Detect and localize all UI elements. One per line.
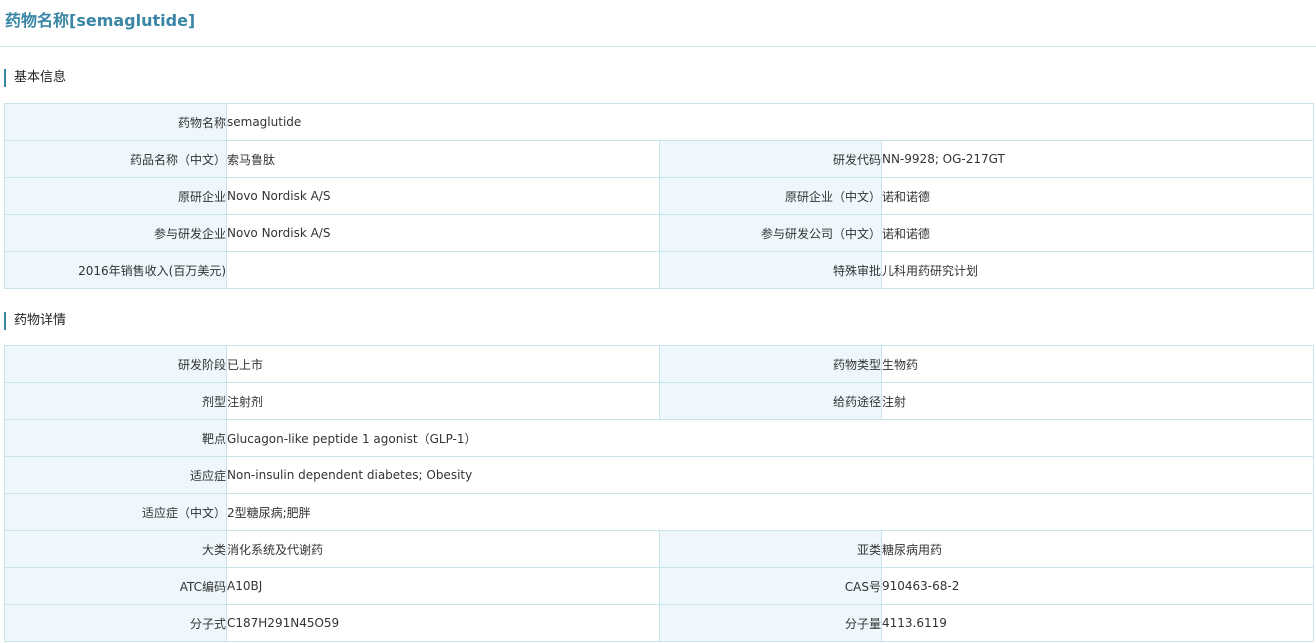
field-label: 原研企业（中文）	[659, 177, 882, 215]
field-value: C187H291N45O59	[226, 604, 660, 642]
field-value: 儿科用药研究计划	[881, 251, 1314, 289]
field-value	[226, 251, 660, 289]
basic-info-table: 药物名称 semaglutide 药品名称（中文） 索马鲁肽 研发代码 NN-9928; …	[4, 103, 1314, 289]
field-label: 特殊审批	[659, 251, 882, 289]
info-row: 药物名称 semaglutide	[4, 103, 1314, 141]
info-row: 药品名称（中文） 索马鲁肽 研发代码 NN-9928; OG-217GT	[4, 140, 1314, 178]
field-value: 消化系统及代谢药	[226, 530, 660, 568]
field-label: 分子式	[4, 604, 227, 642]
info-row: 适应症（中文） 2型糖尿病;肥胖	[4, 493, 1314, 531]
info-row: 大类 消化系统及代谢药 亚类 糖尿病用药	[4, 530, 1314, 568]
field-value: 索马鲁肽	[226, 140, 660, 178]
info-row: ATC编码 A10BJ CAS号 910463-68-2	[4, 567, 1314, 605]
field-value: Non-insulin dependent diabetes; Obesity	[226, 456, 1314, 494]
info-row: 原研企业 Novo Nordisk A/S 原研企业（中文） 诺和诺德	[4, 177, 1314, 215]
field-label: 剂型	[4, 382, 227, 420]
field-value: 4113.6119	[881, 604, 1314, 642]
info-row: 参与研发企业 Novo Nordisk A/S 参与研发公司（中文） 诺和诺德	[4, 214, 1314, 252]
field-value: 糖尿病用药	[881, 530, 1314, 568]
field-label: 原研企业	[4, 177, 227, 215]
field-value: 2型糖尿病;肥胖	[226, 493, 1314, 531]
field-label: 药物名称	[4, 103, 227, 141]
field-label: ATC编码	[4, 567, 227, 605]
field-label: 靶点	[4, 419, 227, 457]
field-value: 910463-68-2	[881, 567, 1314, 605]
field-label: 2016年销售收入(百万美元)	[4, 251, 227, 289]
field-label: 药品名称（中文）	[4, 140, 227, 178]
field-value: Glucagon-like peptide 1 agonist（GLP-1）	[226, 419, 1314, 457]
info-row: 剂型 注射剂 给药途径 注射	[4, 382, 1314, 420]
field-value: A10BJ	[226, 567, 660, 605]
section-heading-detail: 药物详情	[4, 312, 66, 330]
info-row: 分子式 C187H291N45O59 分子量 4113.6119	[4, 604, 1314, 642]
info-row: 2016年销售收入(百万美元) 特殊审批 儿科用药研究计划	[4, 251, 1314, 289]
field-value: Novo Nordisk A/S	[226, 177, 660, 215]
info-row: 靶点 Glucagon-like peptide 1 agonist（GLP-1）	[4, 419, 1314, 457]
info-row: 适应症 Non-insulin dependent diabetes; Obesi…	[4, 456, 1314, 494]
info-row: 研发阶段 已上市 药物类型 生物药	[4, 345, 1314, 383]
field-value: Novo Nordisk A/S	[226, 214, 660, 252]
drug-detail-table: 研发阶段 已上市 药物类型 生物药 剂型 注射剂 给药途径 注射 靶点 Glucagon-like…	[4, 345, 1314, 642]
field-label: 药物类型	[659, 345, 882, 383]
field-label: 亚类	[659, 530, 882, 568]
field-label: 研发代码	[659, 140, 882, 178]
field-value: 注射	[881, 382, 1314, 420]
field-value: semaglutide	[226, 103, 1314, 141]
field-label: 参与研发企业	[4, 214, 227, 252]
field-label: 适应症（中文）	[4, 493, 227, 531]
field-label: 适应症	[4, 456, 227, 494]
field-label: 参与研发公司（中文）	[659, 214, 882, 252]
field-value: NN-9928; OG-217GT	[881, 140, 1314, 178]
field-label: CAS号	[659, 567, 882, 605]
field-value: 已上市	[226, 345, 660, 383]
field-value: 生物药	[881, 345, 1314, 383]
section-heading-basic: 基本信息	[4, 69, 66, 87]
page-title: 药物名称[semaglutide]	[5, 11, 196, 30]
title-divider	[0, 46, 1316, 47]
field-value: 注射剂	[226, 382, 660, 420]
field-label: 研发阶段	[4, 345, 227, 383]
field-label: 分子量	[659, 604, 882, 642]
field-value: 诺和诺德	[881, 214, 1314, 252]
field-label: 给药途径	[659, 382, 882, 420]
field-label: 大类	[4, 530, 227, 568]
field-value: 诺和诺德	[881, 177, 1314, 215]
